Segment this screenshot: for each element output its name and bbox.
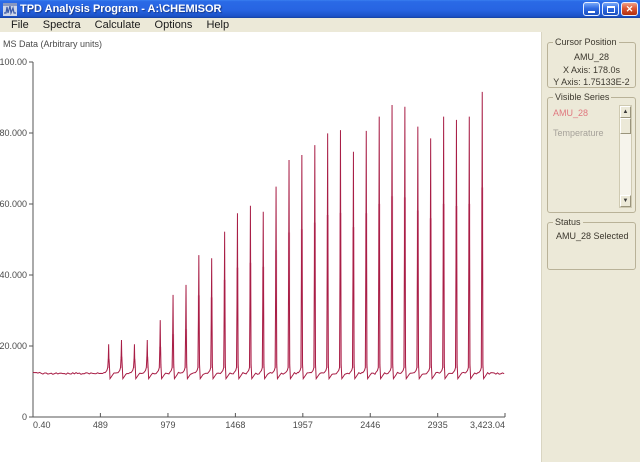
scrollbar-thumb[interactable]	[620, 118, 631, 134]
window-title: TPD Analysis Program - A:\CHEMISOR	[20, 3, 222, 15]
visible-series-title: Visible Series	[553, 92, 612, 102]
menu-item-options[interactable]: Options	[148, 19, 200, 31]
x-tick-label: 0.40	[33, 420, 51, 430]
y-tick-label: 80.000	[0, 128, 27, 138]
title-bar[interactable]: TPD Analysis Program - A:\CHEMISOR ✕	[0, 0, 640, 18]
x-tick-label: 489	[93, 420, 108, 430]
cursor-position-title: Cursor Position	[553, 37, 619, 47]
y-tick-label: 20.000	[0, 341, 27, 351]
main-area: MS Data (Arbitrary units) 100.00 80.000 60…	[0, 32, 640, 462]
tpd-spectrum-chart[interactable]: 100.00 80.000 60.000 40.000 20.000 0 0.40 489 97…	[0, 32, 540, 462]
status-text: AMU_28 Selected	[556, 231, 629, 241]
chart-panel[interactable]: MS Data (Arbitrary units) 100.00 80.000 60…	[0, 32, 541, 462]
cursor-position-group: Cursor Position AMU_28 X Axis: 178.0s Y …	[547, 37, 636, 88]
x-tick-label: 979	[160, 420, 175, 430]
x-tick-label: 1957	[293, 420, 313, 430]
y-tick-label: 40.000	[0, 270, 27, 280]
scroll-down-button[interactable]: ▼	[620, 195, 631, 207]
cursor-x-value: X Axis: 178.0s	[562, 65, 621, 75]
menu-item-calculate[interactable]: Calculate	[88, 19, 148, 31]
minimize-button[interactable]	[583, 2, 600, 16]
amu-28-series-line	[32, 91, 505, 381]
sidebar: Cursor Position AMU_28 X Axis: 178.0s Y …	[541, 32, 640, 462]
minimize-icon	[588, 11, 595, 13]
y-tick-label: 100.00	[0, 57, 27, 67]
y-tick-label: 60.000	[0, 199, 27, 209]
app-icon	[3, 2, 17, 16]
x-tick-label: 2935	[428, 420, 448, 430]
x-tick-label: 3,423.04	[470, 420, 505, 430]
cursor-series-label: AMU_28	[573, 52, 609, 62]
menu-item-file[interactable]: File	[4, 19, 36, 31]
app-window: TPD Analysis Program - A:\CHEMISOR ✕ Fil…	[0, 0, 640, 462]
menu-item-help[interactable]: Help	[199, 19, 236, 31]
window-controls: ✕	[583, 2, 638, 16]
visible-series-group: Visible Series AMU_28 Temperature ▲ ▼	[547, 92, 636, 213]
cursor-y-value: Y Axis: 1.75133E-2	[553, 77, 630, 87]
status-group: Status AMU_28 Selected	[547, 217, 636, 270]
maximize-icon	[606, 5, 615, 13]
chart-axes	[32, 62, 505, 418]
close-icon: ✕	[625, 3, 634, 14]
scroll-up-button[interactable]: ▲	[620, 106, 631, 118]
close-button[interactable]: ✕	[621, 2, 638, 16]
status-title: Status	[553, 217, 583, 227]
x-tick-label: 2446	[360, 420, 380, 430]
menu-item-spectra[interactable]: Spectra	[36, 19, 88, 31]
menu-bar: File Spectra Calculate Options Help	[0, 18, 640, 32]
y-tick-label: 0	[22, 412, 27, 422]
series-scrollbar[interactable]: ▲ ▼	[619, 105, 632, 208]
maximize-button[interactable]	[602, 2, 619, 16]
x-tick-label: 1468	[225, 420, 245, 430]
